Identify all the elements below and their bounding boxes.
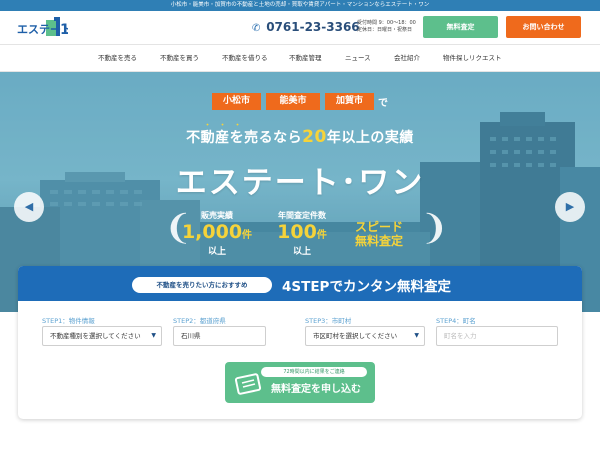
hero-brand-name: エステート･ワン: [175, 165, 425, 201]
hero-catchphrase: 不動産を売るなら20年以上の実績: [0, 127, 600, 147]
nav-item-management[interactable]: 不動産管理: [289, 45, 322, 72]
area-tag-komatsu: 小松市: [212, 93, 261, 110]
phone-number[interactable]: ✆ 0761-23-3366: [252, 20, 360, 34]
holiday-line: 定休日：日曜日・祝祭日: [357, 27, 413, 33]
catch-post: 年以上の実績: [326, 130, 414, 146]
city-select[interactable]: 市区町村を選択してください ▼: [305, 326, 425, 346]
nav-item-sell[interactable]: 不動産を売る: [98, 45, 137, 72]
top-info-bar: 小松市・能美市・加賀市の不動産と土地の売却・買取や賃貸アパート・マンションならエ…: [0, 0, 600, 11]
step4-label: STEP4：町名: [436, 317, 476, 325]
site-header: エステート 1 ✆ 0761-23-3366 受付時間 9：00〜18：00 定…: [0, 11, 600, 44]
recommend-badge: 不動産を売りたい方におすすめ: [132, 277, 272, 293]
nav-item-buy[interactable]: 不動産を買う: [160, 45, 199, 72]
prefecture-value: 石川県: [181, 332, 201, 340]
top-info-text: 小松市・能美市・加賀市の不動産と土地の売却・買取や賃貸アパート・マンションならエ…: [170, 2, 430, 8]
main-nav: 不動産を売る 不動産を買う 不動産を借りる 不動産管理 ニュース 会社紹介 物件…: [0, 44, 600, 72]
step2-label: STEP2：都道府県: [173, 317, 226, 325]
nav-item-company[interactable]: 会社紹介: [394, 45, 420, 72]
submit-note: 72時間以内に結果をご連絡: [261, 367, 367, 377]
nav-item-news[interactable]: ニュース: [345, 45, 371, 72]
stat-value: 1,000件: [181, 221, 253, 243]
stat-sales-record: 販売実績 1,000件 以上: [172, 210, 262, 257]
assessment-form-panel: 不動産を売りたい方におすすめ 4STEPでカンタン無料査定 STEP1：物件情報…: [18, 266, 582, 419]
chevron-down-icon: ▼: [151, 332, 156, 339]
prefecture-field[interactable]: 石川県: [173, 326, 266, 346]
chevron-down-icon: ▼: [414, 332, 419, 339]
logo-number: 1: [60, 22, 68, 38]
area-tag-nomi: 能美市: [266, 93, 320, 110]
town-placeholder: 町名を入力: [444, 332, 477, 340]
area-tag-kaga: 加賀市: [325, 93, 374, 110]
submit-assessment-button[interactable]: 72時間以内に結果をご連絡 無料査定を申し込む: [225, 362, 375, 403]
nav-item-rent[interactable]: 不動産を借りる: [222, 45, 268, 72]
step1-label: STEP1：物件情報: [42, 317, 95, 325]
catch-years: 20: [302, 127, 327, 147]
property-type-value: 不動産種別を選択してください: [50, 332, 141, 340]
stat-label: 販売実績: [201, 211, 233, 220]
carousel-prev-button[interactable]: ◀: [14, 192, 44, 222]
stat-speed-assessment: スピード 無料査定: [334, 220, 424, 248]
hours-line: 受付時間 9：00〜18：00: [357, 20, 416, 26]
city-value: 市区町村を選択してください: [313, 332, 398, 340]
document-icon: [235, 373, 262, 395]
carousel-next-button[interactable]: ▶: [555, 192, 585, 222]
chevron-left-icon: ◀: [24, 200, 34, 213]
chevron-right-icon: ▶: [565, 200, 575, 213]
stat-sub: 以上: [292, 247, 311, 257]
stat-sub: 以上: [207, 247, 226, 257]
business-hours: 受付時間 9：00〜18：00 定休日：日曜日・祝祭日: [357, 20, 416, 34]
free-assessment-button[interactable]: 無料査定: [423, 16, 498, 38]
town-input[interactable]: 町名を入力: [436, 326, 558, 346]
assessment-form-title: 4STEPでカンタン無料査定: [282, 279, 451, 295]
laurel-right-icon: ❩: [420, 208, 449, 248]
assessment-form-header: 不動産を売りたい方におすすめ 4STEPでカンタン無料査定: [18, 266, 582, 301]
area-suffix: で: [378, 98, 388, 109]
property-type-select[interactable]: 不動産種別を選択してください ▼: [42, 326, 162, 346]
submit-label: 無料査定を申し込む: [271, 384, 361, 395]
catch-pre: 不動産を売るなら: [186, 130, 303, 146]
site-logo[interactable]: エステート 1: [16, 16, 68, 40]
speed-line-1: スピード: [354, 220, 403, 234]
step3-label: STEP3：市町村: [305, 317, 352, 325]
phone-icon: ✆: [252, 23, 261, 34]
nav-item-request[interactable]: 物件探しリクエスト: [443, 45, 502, 72]
speed-line-2: 無料査定: [354, 234, 403, 248]
phone-text: 0761-23-3366: [266, 20, 360, 34]
contact-button[interactable]: お問い合わせ: [506, 16, 581, 38]
